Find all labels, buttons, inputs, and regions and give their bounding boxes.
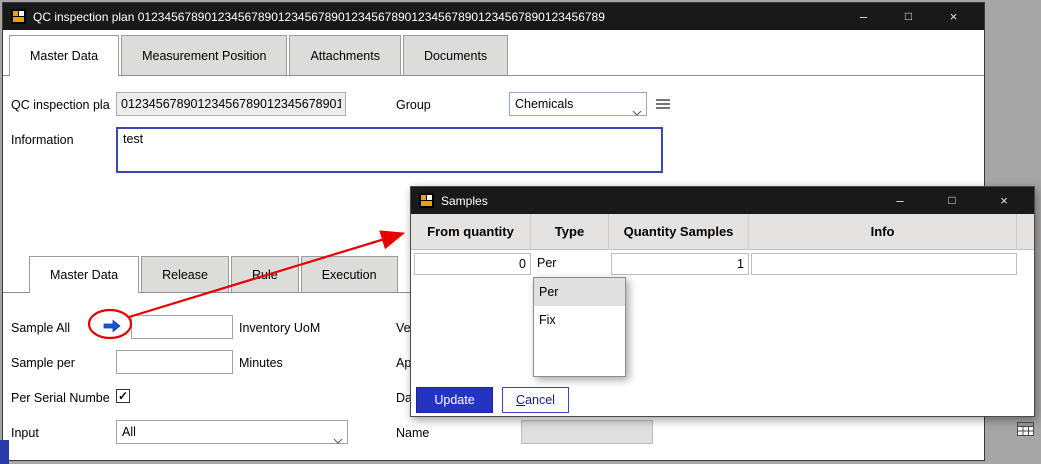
main-titlebar: QC inspection plan 012345678901234567890… [3,3,984,30]
sample-per-input[interactable] [116,350,233,374]
per-serial-number-checkbox[interactable]: ✓ [116,389,130,403]
tab-measurement-position[interactable]: Measurement Position [121,35,287,75]
list-icon[interactable] [655,98,671,116]
cancel-button-accelerator: C [516,393,525,407]
sample-all-label: Sample All [11,321,70,335]
column-header-info: Info [749,214,1017,250]
type-option-fix[interactable]: Fix [534,306,625,334]
samples-grid-header: From quantity Type Quantity Samples Info [411,214,1034,250]
minutes-label: Minutes [239,356,283,370]
qc-inspection-plan-input[interactable] [116,92,346,116]
column-header-from-quantity: From quantity [411,214,531,250]
screen: QC inspection plan 012345678901234567890… [0,0,1041,464]
cell-from-quantity[interactable]: 0 [414,253,531,275]
name-label: Name [396,426,429,440]
sample-all-input[interactable] [131,315,233,339]
input-label: Input [11,426,39,440]
column-header-type: Type [531,214,609,250]
input-combobox-value: All [122,425,136,439]
group-label: Group [396,98,431,112]
cancel-button[interactable]: Cancel [502,387,569,413]
per-serial-number-label: Per Serial Numbe [11,391,110,405]
right-label-ve: Ve [396,321,411,335]
tab-attachments[interactable]: Attachments [289,35,400,75]
column-header-quantity-samples: Quantity Samples [609,214,749,250]
samples-dialog: Samples – □ × From quantity Type Quantit… [410,186,1035,417]
right-label-ap: Ap [396,356,411,370]
dialog-titlebar: Samples – □ × [411,187,1034,214]
detail-tab-release[interactable]: Release [141,256,229,292]
information-textarea[interactable]: test [116,127,663,173]
main-tabstrip: Master Data Measurement Position Attachm… [3,30,984,76]
window-title: QC inspection plan 012345678901234567890… [33,10,841,24]
link-arrow-icon[interactable] [102,319,122,338]
type-option-per[interactable]: Per [534,278,625,306]
sample-per-label: Sample per [11,356,75,370]
name-field [521,420,653,444]
detail-tab-execution[interactable]: Execution [301,256,398,292]
detail-tab-master-data[interactable]: Master Data [29,256,139,293]
cell-type[interactable]: Per [533,253,608,275]
tab-documents[interactable]: Documents [403,35,508,75]
dialog-minimize-button[interactable]: – [874,187,926,214]
tab-master-data[interactable]: Master Data [9,35,119,76]
chevron-down-icon [333,429,343,451]
dialog-close-button[interactable]: × [978,187,1030,214]
close-button[interactable]: × [931,3,976,30]
cancel-button-rest: ancel [525,393,555,407]
type-dropdown-list: Per Fix [533,277,626,377]
group-combobox[interactable]: Chemicals [509,92,647,116]
update-button[interactable]: Update [416,387,493,413]
column-header-filler [1017,214,1034,250]
cell-info[interactable] [751,253,1017,275]
detail-tab-rule[interactable]: Rule [231,256,299,292]
background-window-fragment [0,440,9,464]
form-settings-grid-icon[interactable] [1017,422,1034,442]
dialog-title: Samples [441,194,874,208]
cell-quantity-samples[interactable]: 1 [611,253,749,275]
minimize-button[interactable]: – [841,3,886,30]
information-label: Information [11,133,74,147]
app-logo-icon [419,193,434,208]
maximize-button[interactable]: □ [886,3,931,30]
inventory-uom-label: Inventory UoM [239,321,320,335]
group-combobox-value: Chemicals [515,97,573,111]
chevron-down-icon [632,101,642,123]
dialog-maximize-button[interactable]: □ [926,187,978,214]
qc-inspection-plan-label: QC inspection pla [11,98,110,112]
input-combobox[interactable]: All [116,420,348,444]
app-logo-icon [11,9,26,24]
